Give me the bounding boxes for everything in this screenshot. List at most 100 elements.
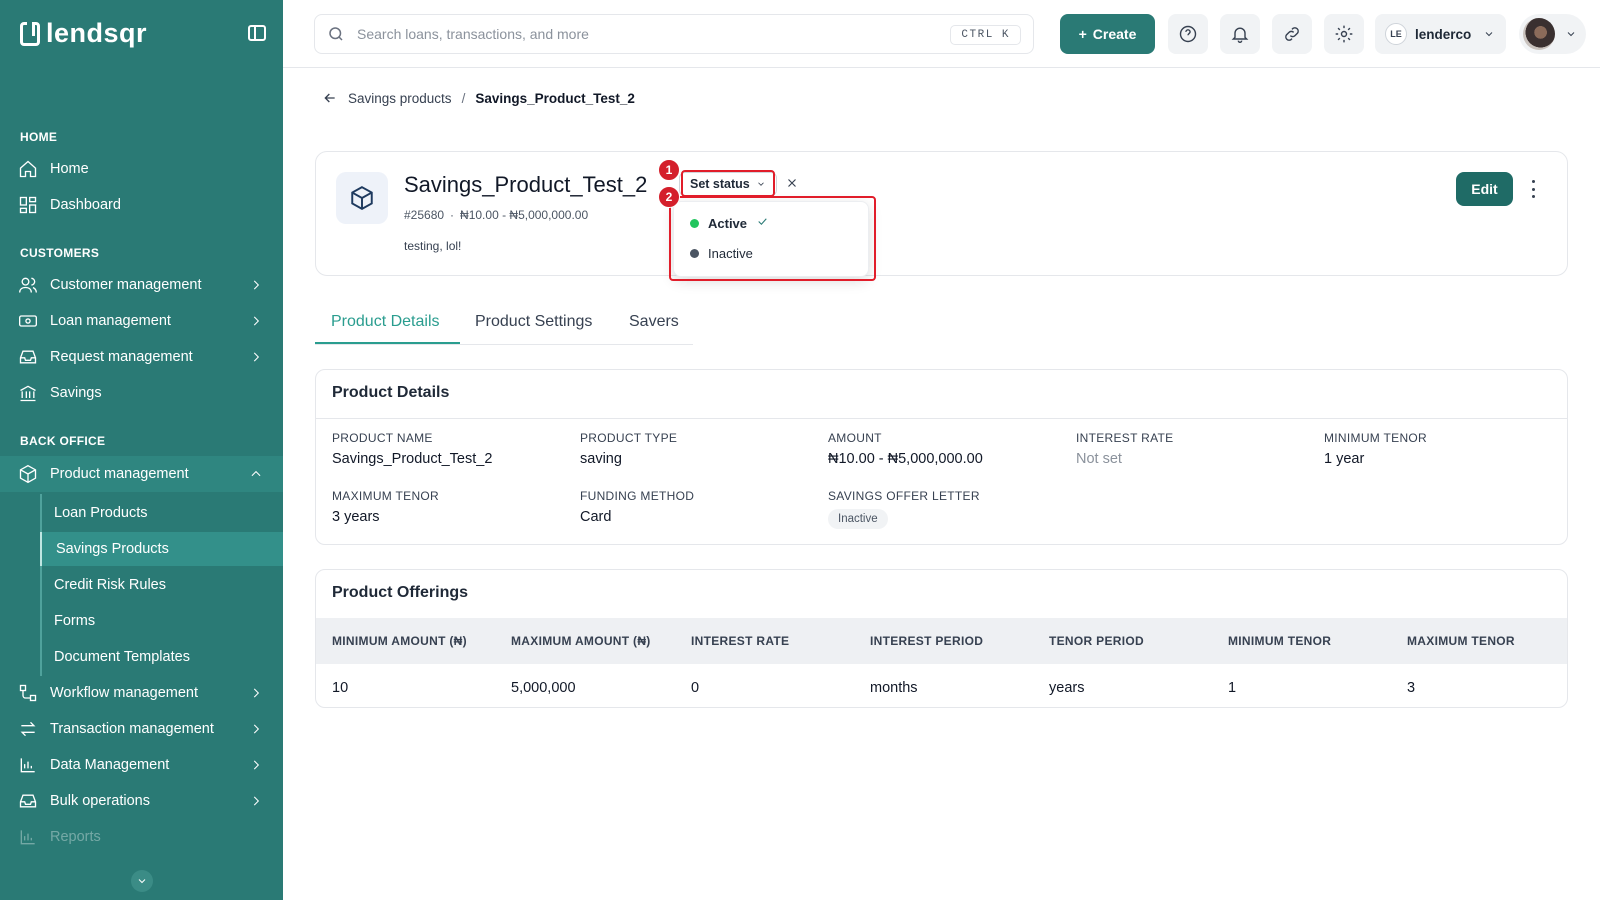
product-meta: #25680 · ₦10.00 - ₦5,000,000.00 xyxy=(404,208,588,222)
scroll-down-icon[interactable] xyxy=(131,870,153,892)
bank-icon xyxy=(18,383,38,403)
table-cell: months xyxy=(870,680,918,696)
sidebar-item-label: Product management xyxy=(50,466,189,482)
transfer-icon xyxy=(18,719,38,739)
search-input[interactable] xyxy=(357,26,917,42)
avatar xyxy=(1523,18,1555,50)
field-label: INTEREST RATE xyxy=(1076,431,1174,445)
sidebar-item-request-management[interactable]: Request management xyxy=(0,339,283,375)
box-icon xyxy=(351,186,373,210)
dashboard-icon xyxy=(18,195,38,215)
back-arrow-icon[interactable] xyxy=(322,90,338,106)
field-label: MINIMUM TENOR xyxy=(1324,431,1428,445)
chevron-down-icon xyxy=(1485,32,1493,37)
card-title: Product Offerings xyxy=(332,584,469,601)
active-tab-indicator xyxy=(315,342,460,344)
notifications-button[interactable] xyxy=(1220,14,1260,54)
link-icon xyxy=(1285,27,1299,41)
column-header: TENOR PERIOD xyxy=(1049,634,1144,648)
field-minimum-tenor: MINIMUM TENOR 1 year xyxy=(1324,431,1564,467)
table-cell: 0 xyxy=(691,680,700,696)
tab-savers[interactable]: Savers xyxy=(629,313,679,331)
chevron-down-icon xyxy=(1567,32,1575,37)
sidebar-item-product-management[interactable]: Product management xyxy=(0,456,283,492)
breadcrumb-separator: / xyxy=(461,90,466,106)
help-button[interactable] xyxy=(1168,14,1208,54)
sidebar-item-label: Customer management xyxy=(50,277,202,293)
chevron-right-icon xyxy=(249,758,263,772)
field-value: Savings_Product_Test_2 xyxy=(332,451,493,467)
collapse-sidebar-icon[interactable] xyxy=(248,25,266,41)
field-label: PRODUCT NAME xyxy=(332,431,433,445)
sidebar-item-customer-management[interactable]: Customer management xyxy=(0,267,283,303)
table-cell: 1 xyxy=(1228,680,1237,696)
keyboard-shortcut: CTRL K xyxy=(950,25,1021,45)
product-offerings-card: Product Offerings MINIMUM AMOUNT (₦) MAX… xyxy=(315,569,1568,708)
search-icon xyxy=(329,27,343,41)
table-cell: 5,000,000 xyxy=(511,680,576,696)
product-range: ₦10.00 - ₦5,000,000.00 xyxy=(460,208,589,222)
brand-logo[interactable]: lendsqr xyxy=(20,18,147,49)
settings-button[interactable] xyxy=(1324,14,1364,54)
annotation-box-2 xyxy=(669,196,876,281)
field-maximum-tenor: MAXIMUM TENOR 3 years xyxy=(332,489,572,525)
sidebar-item-reports[interactable]: Reports xyxy=(0,819,283,855)
chevron-up-icon xyxy=(249,467,263,481)
close-icon[interactable] xyxy=(785,176,799,190)
sidebar-subitem-document-templates[interactable]: Document Templates xyxy=(40,640,283,674)
sidebar-item-dashboard[interactable]: Dashboard xyxy=(0,187,283,223)
table-header: MINIMUM AMOUNT (₦) MAXIMUM AMOUNT (₦) IN… xyxy=(316,618,1567,664)
sidebar-subitem-forms[interactable]: Forms xyxy=(40,604,283,638)
chevron-right-icon xyxy=(249,314,263,328)
sidebar-item-transaction-management[interactable]: Transaction management xyxy=(0,711,283,747)
sidebar-item-loan-management[interactable]: Loan management xyxy=(0,303,283,339)
search-bar[interactable]: CTRL K xyxy=(314,14,1034,54)
column-header: INTEREST RATE xyxy=(691,634,790,648)
sidebar-item-workflow-management[interactable]: Workflow management xyxy=(0,675,283,711)
field-value: ₦10.00 - ₦5,000,000.00 xyxy=(828,451,983,467)
sidebar-subitem-savings-products[interactable]: Savings Products xyxy=(40,532,283,566)
workflow-icon xyxy=(18,683,38,703)
sidebar-item-bulk-operations[interactable]: Bulk operations xyxy=(0,783,283,819)
field-label: MAXIMUM TENOR xyxy=(332,489,440,503)
home-icon xyxy=(18,159,38,179)
sidebar-subitem-loan-products[interactable]: Loan Products xyxy=(40,496,283,530)
sidebar-subitem-credit-risk-rules[interactable]: Credit Risk Rules xyxy=(40,568,283,602)
column-header: MAXIMUM TENOR xyxy=(1407,634,1515,648)
tab-product-details[interactable]: Product Details xyxy=(331,313,440,331)
sidebar-item-data-management[interactable]: Data Management xyxy=(0,747,283,783)
sidebar-item-label: Data Management xyxy=(50,757,170,773)
link-button[interactable] xyxy=(1272,14,1312,54)
card-title: Product Details xyxy=(332,384,450,401)
table-cell: years xyxy=(1049,680,1085,696)
chevron-right-icon xyxy=(249,686,263,700)
more-options-icon[interactable] xyxy=(1530,180,1536,198)
money-icon xyxy=(18,311,38,331)
breadcrumb-current: Savings_Product_Test_2 xyxy=(475,90,635,106)
sidebar-item-home[interactable]: Home xyxy=(0,151,283,187)
column-header: MINIMUM AMOUNT (₦) xyxy=(332,634,467,648)
sidebar-item-label: Dashboard xyxy=(50,197,121,213)
field-value: 1 year xyxy=(1324,451,1365,467)
field-interest-rate: INTEREST RATE Not set xyxy=(1076,431,1316,467)
sidebar-item-label: Request management xyxy=(50,349,193,365)
breadcrumb-parent[interactable]: Savings products xyxy=(348,91,452,106)
create-button[interactable]: + Create xyxy=(1060,14,1155,54)
organization-switcher[interactable]: LE lenderco xyxy=(1375,14,1506,54)
sidebar-item-savings[interactable]: Savings xyxy=(0,375,283,411)
breadcrumb: Savings products / Savings_Product_Test_… xyxy=(322,90,635,106)
field-label: PRODUCT TYPE xyxy=(580,431,678,445)
field-value: Card xyxy=(580,509,612,525)
divider xyxy=(316,418,1567,419)
chevron-right-icon xyxy=(249,350,263,364)
field-savings-offer-letter: SAVINGS OFFER LETTER Inactive xyxy=(828,489,1068,529)
field-value: saving xyxy=(580,451,622,467)
inbox-icon xyxy=(18,791,38,811)
tab-product-settings[interactable]: Product Settings xyxy=(475,313,592,331)
sidebar-item-label: Savings xyxy=(50,385,102,401)
org-avatar: LE xyxy=(1385,23,1407,45)
field-funding-method: FUNDING METHOD Card xyxy=(580,489,820,525)
user-menu[interactable] xyxy=(1519,14,1586,54)
sidebar-item-label: Loan management xyxy=(50,313,171,329)
edit-button[interactable]: Edit xyxy=(1456,172,1513,206)
